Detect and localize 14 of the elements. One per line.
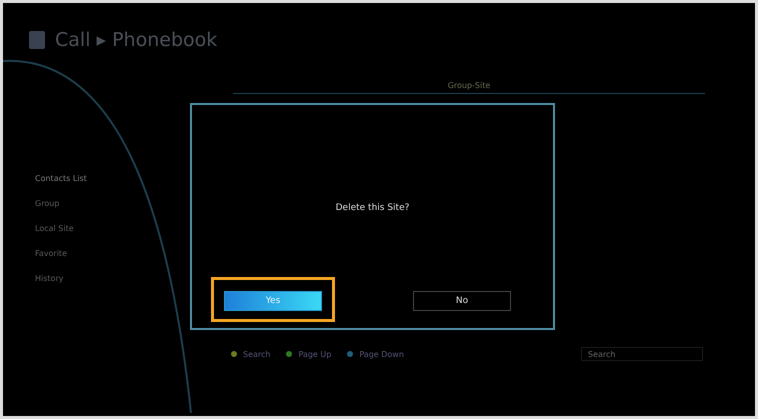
- sidebar-item[interactable]: Local Site: [35, 221, 193, 237]
- dialog-message: Delete this Site?: [334, 203, 410, 213]
- sidebar-item[interactable]: Favorite: [35, 246, 193, 262]
- sidebar-item[interactable]: Contacts List: [35, 171, 193, 187]
- yes-button[interactable]: Yes: [224, 291, 322, 311]
- legend-label: Search: [243, 350, 270, 358]
- tab[interactable]: Group-Site: [233, 81, 705, 94]
- no-button[interactable]: No: [413, 291, 511, 311]
- page-title: Call ▸ Phonebook: [55, 29, 218, 51]
- sidebar-item[interactable]: Group: [35, 196, 193, 212]
- search-field[interactable]: Search: [581, 347, 703, 361]
- sidebar-item[interactable]: History: [35, 271, 193, 287]
- legend-label: Page Up: [298, 350, 332, 358]
- legend-label: Page Down: [359, 350, 404, 358]
